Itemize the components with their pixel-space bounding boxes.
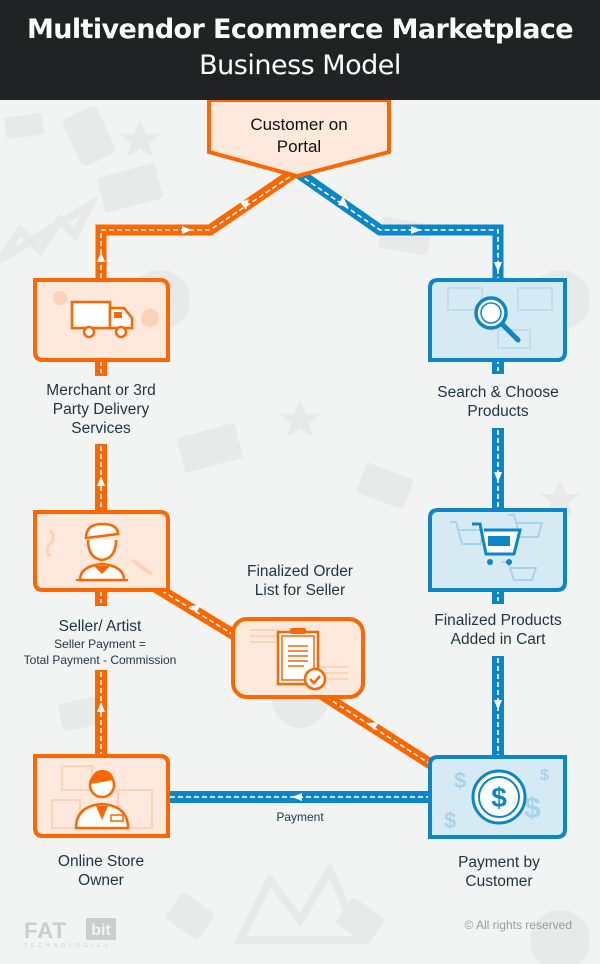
payment-label-line1: Payment by bbox=[458, 854, 540, 871]
cart-label-line1: Finalized Products bbox=[434, 612, 562, 629]
edge-search-to-cart bbox=[492, 428, 504, 510]
edge-payment-to-store-owner bbox=[168, 791, 432, 803]
copyright-text: © All rights reserved bbox=[464, 918, 572, 932]
cart-label-line2: Added in Cart bbox=[450, 631, 546, 648]
edge-seller-to-delivery bbox=[95, 444, 107, 510]
payment-label-line2: Customer bbox=[465, 873, 533, 890]
delivery-label-line1: Merchant or 3rd bbox=[46, 382, 156, 399]
fatbit-logo: FAT bit TECHNOLOGIES bbox=[24, 918, 116, 949]
delivery-label-line2: Party Delivery bbox=[52, 401, 150, 418]
store-owner-label: Online Store Owner bbox=[20, 852, 182, 890]
edge-cart-to-payment bbox=[492, 656, 504, 760]
logo-bit-text: bit bbox=[91, 922, 111, 939]
page-title: Multivendor Ecommerce Marketplace bbox=[26, 14, 574, 45]
page-header: Multivendor Ecommerce Marketplace Busine… bbox=[0, 0, 600, 100]
seller-label-title: Seller/ Artist bbox=[58, 618, 142, 635]
store-owner-label-line2: Owner bbox=[78, 872, 124, 889]
edge-portal-to-search bbox=[293, 167, 504, 280]
svg-text:$: $ bbox=[540, 767, 549, 784]
edge-payment-to-order-list bbox=[315, 687, 443, 775]
node-delivery[interactable] bbox=[33, 278, 170, 362]
payment-label: Payment by Customer bbox=[418, 853, 580, 891]
logo-main-text: FAT bbox=[24, 918, 67, 943]
seller-payment-note-line2: Total Payment - Commission bbox=[23, 653, 177, 667]
search-label-line1: Search & Choose bbox=[437, 384, 559, 401]
delivery-label: Merchant or 3rd Party Delivery Services bbox=[20, 381, 182, 438]
node-order-list[interactable] bbox=[231, 617, 365, 699]
page-subtitle: Business Model bbox=[199, 50, 401, 81]
cart-label: Finalized Products Added in Cart bbox=[410, 611, 586, 649]
order-list-label-line2: List for Seller bbox=[254, 582, 346, 599]
seller-label: Seller/ Artist Seller Payment = Total Pa… bbox=[10, 617, 190, 668]
search-label-line2: Products bbox=[467, 403, 529, 420]
svg-text:$: $ bbox=[524, 792, 541, 825]
order-list-label-line1: Finalized Order bbox=[247, 563, 353, 580]
node-search[interactable] bbox=[428, 278, 567, 362]
customer-portal-label-line2: Portal bbox=[276, 137, 322, 156]
node-cart[interactable] bbox=[428, 508, 567, 592]
node-store-owner[interactable] bbox=[33, 754, 170, 838]
svg-text:$: $ bbox=[454, 768, 466, 793]
node-seller[interactable] bbox=[33, 510, 170, 592]
customer-portal-label-line1: Customer on bbox=[250, 115, 348, 134]
svg-text:$: $ bbox=[444, 808, 456, 833]
node-payment[interactable]: $ $ $ $ $ bbox=[428, 755, 567, 839]
logo-sub-text: TECHNOLOGIES bbox=[24, 943, 112, 949]
store-owner-label-line1: Online Store bbox=[57, 853, 145, 870]
delivery-label-line3: Services bbox=[71, 420, 131, 437]
order-list-label: Finalized Order List for Seller bbox=[218, 562, 382, 600]
seller-payment-note-line1: Seller Payment = bbox=[54, 637, 146, 651]
payment-edge-label: Payment bbox=[276, 810, 324, 824]
customer-portal-label: Customer on Portal bbox=[209, 114, 389, 158]
search-label: Search & Choose Products bbox=[418, 383, 578, 421]
edge-store-owner-to-seller bbox=[95, 670, 107, 756]
svg-text:$: $ bbox=[491, 782, 507, 813]
